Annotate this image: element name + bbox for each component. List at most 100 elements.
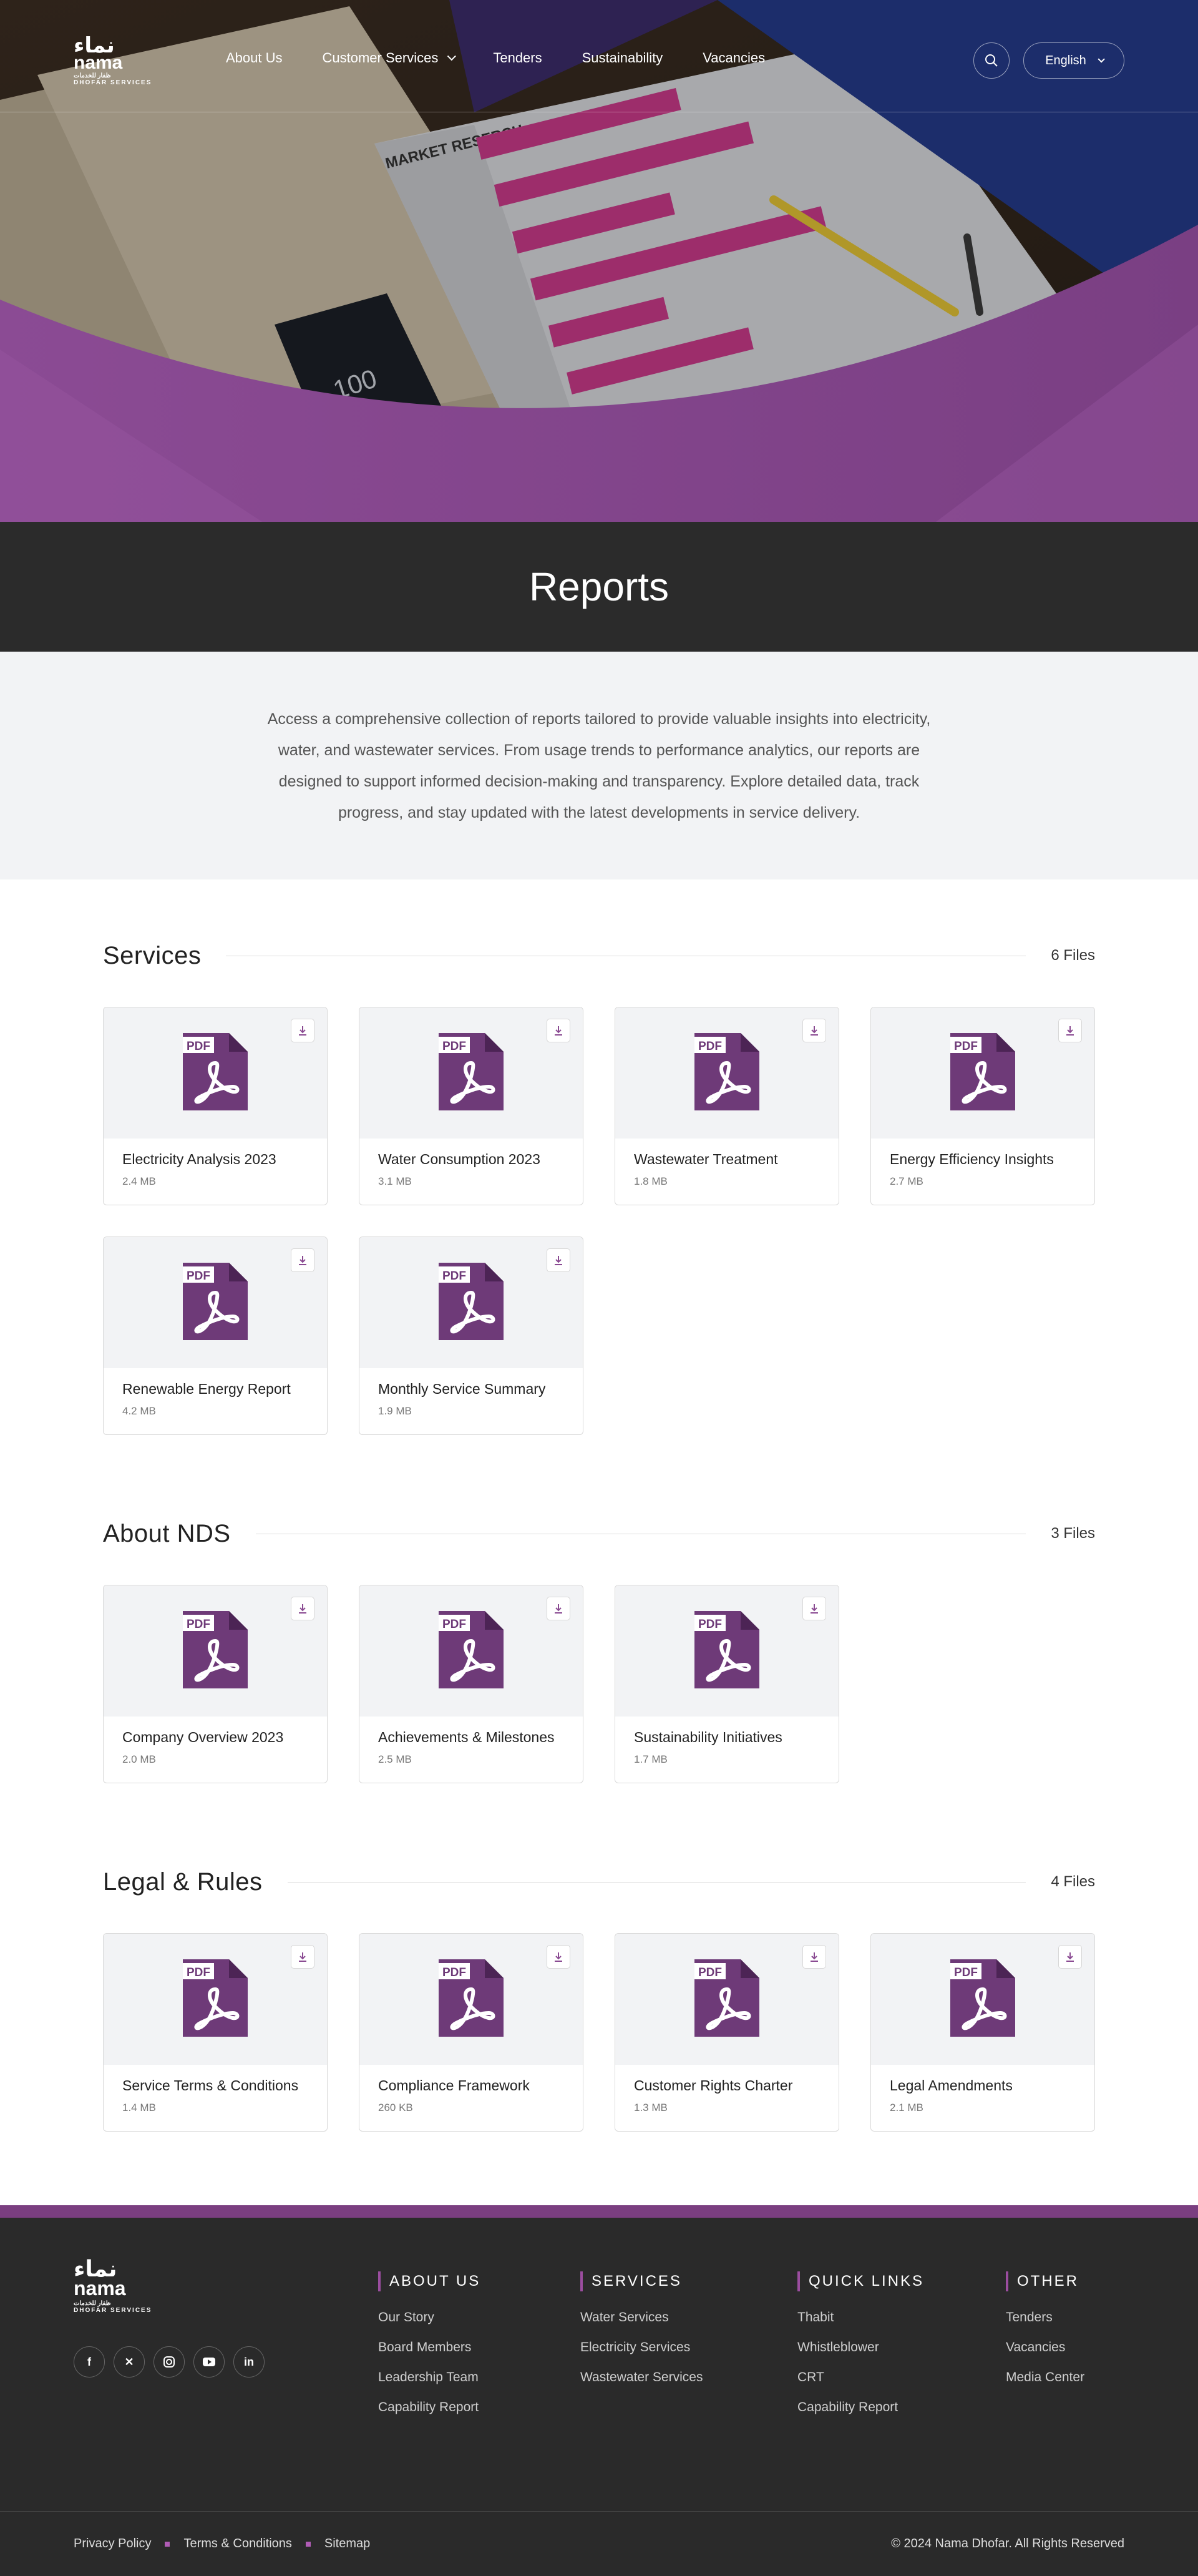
download-button[interactable] xyxy=(547,1945,570,1969)
file-card[interactable]: PDF Electricity Analysis 2023 2.4 MB xyxy=(103,1007,328,1205)
file-card[interactable]: PDF Legal Amendments 2.1 MB xyxy=(870,1933,1095,2132)
nav-tenders[interactable]: Tenders xyxy=(493,50,542,66)
footer-col-title: OTHER xyxy=(1006,2271,1084,2291)
nav-about-us[interactable]: About Us xyxy=(226,50,283,66)
footer-link[interactable]: Electricity Services xyxy=(580,2340,703,2355)
file-name: Compliance Framework xyxy=(378,2077,530,2094)
footer-link[interactable]: Water Services xyxy=(580,2310,703,2325)
file-card[interactable]: PDF Service Terms & Conditions 1.4 MB xyxy=(103,1933,328,2132)
download-button[interactable] xyxy=(1058,1019,1082,1042)
footer-col-title: QUICK LINKS xyxy=(797,2271,924,2291)
footer-bottom-bar: Privacy Policy Terms & Conditions Sitema… xyxy=(0,2511,1198,2576)
footer-link[interactable]: Vacancies xyxy=(1006,2340,1084,2355)
file-meta: Energy Efficiency Insights 2.7 MB xyxy=(871,1139,1094,1200)
pdf-file-icon: PDF xyxy=(183,1032,248,1114)
footer-logo[interactable]: نماء nama ظفار للخدمات DHOFAR SERVICES xyxy=(74,2256,152,2314)
file-card[interactable]: PDF Customer Rights Charter 1.3 MB xyxy=(615,1933,839,2132)
footer-link[interactable]: Media Center xyxy=(1006,2370,1084,2385)
nav-vacancies[interactable]: Vacancies xyxy=(703,50,765,66)
download-button[interactable] xyxy=(802,1019,826,1042)
file-card[interactable]: PDF Energy Efficiency Insights 2.7 MB xyxy=(870,1007,1095,1205)
file-meta: Legal Amendments 2.1 MB xyxy=(871,2065,1094,2127)
download-icon xyxy=(1066,1952,1074,1962)
nav-customer-services[interactable]: Customer Services xyxy=(323,50,457,66)
footer-col-services: SERVICES Water Services Electricity Serv… xyxy=(580,2271,703,2400)
nav-sustainability[interactable]: Sustainability xyxy=(582,50,663,66)
site-logo[interactable]: نماء nama ظفار للخدمات DHOFAR SERVICES xyxy=(74,35,152,86)
pdf-badge: PDF xyxy=(187,1618,210,1631)
file-name: Renewable Energy Report xyxy=(122,1381,291,1397)
privacy-policy-link[interactable]: Privacy Policy xyxy=(74,2537,151,2551)
download-button[interactable] xyxy=(291,1019,314,1042)
pdf-badge: PDF xyxy=(698,1040,722,1053)
file-meta: Electricity Analysis 2023 2.4 MB xyxy=(104,1139,327,1200)
section-header: Legal & Rules 4 Files xyxy=(103,1863,1095,1901)
footer-logo-subtitle: DHOFAR SERVICES xyxy=(74,2307,152,2314)
sitemap-link[interactable]: Sitemap xyxy=(324,2537,370,2551)
file-card[interactable]: PDF Wastewater Treatment 1.8 MB xyxy=(615,1007,839,1205)
file-meta: Water Consumption 2023 3.1 MB xyxy=(359,1139,583,1200)
file-card[interactable]: PDF Water Consumption 2023 3.1 MB xyxy=(359,1007,583,1205)
download-button[interactable] xyxy=(1058,1945,1082,1969)
footer-link[interactable]: Leadership Team xyxy=(378,2370,480,2385)
download-icon xyxy=(555,1026,562,1036)
search-button[interactable] xyxy=(973,42,1010,79)
language-selector[interactable]: English xyxy=(1023,42,1124,79)
linkedin-icon[interactable]: in xyxy=(233,2346,265,2378)
footer-link[interactable]: Capability Report xyxy=(378,2400,480,2415)
download-button[interactable] xyxy=(291,1248,314,1272)
file-name: Company Overview 2023 xyxy=(122,1729,284,1745)
file-card[interactable]: PDF Compliance Framework 260 KB xyxy=(359,1933,583,2132)
file-card[interactable]: PDF Company Overview 2023 2.0 MB xyxy=(103,1585,328,1783)
file-card[interactable]: PDF Sustainability Initiatives 1.7 MB xyxy=(615,1585,839,1783)
file-thumbnail: PDF xyxy=(615,1585,839,1717)
file-grid: PDF Electricity Analysis 2023 2.4 MB PDF… xyxy=(103,1007,1095,1435)
download-button[interactable] xyxy=(291,1945,314,1969)
search-icon xyxy=(985,54,998,67)
file-card[interactable]: PDF Renewable Energy Report 4.2 MB xyxy=(103,1237,328,1435)
download-button[interactable] xyxy=(802,1945,826,1969)
top-navigation: نماء nama ظفار للخدمات DHOFAR SERVICES A… xyxy=(0,0,1198,112)
download-icon xyxy=(811,1026,818,1036)
download-icon xyxy=(299,1952,306,1962)
file-meta: Service Terms & Conditions 1.4 MB xyxy=(104,2065,327,2127)
site-footer: نماء nama ظفار للخدمات DHOFAR SERVICES f… xyxy=(0,2205,1198,2576)
download-button[interactable] xyxy=(547,1248,570,1272)
pdf-badge: PDF xyxy=(954,1040,978,1053)
terms-link[interactable]: Terms & Conditions xyxy=(183,2537,291,2551)
footer-link[interactable]: Capability Report xyxy=(797,2400,924,2415)
footer-link[interactable]: Our Story xyxy=(378,2310,480,2325)
footer-link[interactable]: Tenders xyxy=(1006,2310,1084,2325)
instagram-icon[interactable] xyxy=(153,2346,185,2378)
file-thumbnail: PDF xyxy=(615,1007,839,1139)
footer-link[interactable]: Thabit xyxy=(797,2310,924,2325)
x-icon[interactable]: ✕ xyxy=(114,2346,145,2378)
download-button[interactable] xyxy=(547,1019,570,1042)
section-title: Services xyxy=(103,941,202,969)
footer-link[interactable]: Board Members xyxy=(378,2340,480,2355)
footer-col-other: OTHER Tenders Vacancies Media Center xyxy=(1006,2271,1084,2400)
footer-link[interactable]: CRT xyxy=(797,2370,924,2385)
file-count: 6 Files xyxy=(1051,947,1095,964)
footer-link[interactable]: Wastewater Services xyxy=(580,2370,703,2385)
file-card[interactable]: PDF Monthly Service Summary 1.9 MB xyxy=(359,1237,583,1435)
separator-dot xyxy=(165,2541,170,2547)
chevron-down-icon xyxy=(447,52,457,61)
download-button[interactable] xyxy=(291,1597,314,1620)
file-size: 2.4 MB xyxy=(122,1175,156,1187)
hero-banner: 100 MARKET RESERCH نماء nama ظفار للخدما… xyxy=(0,0,1198,522)
chevron-down-icon xyxy=(1098,56,1105,63)
youtube-icon[interactable] xyxy=(193,2346,225,2378)
download-button[interactable] xyxy=(547,1597,570,1620)
file-meta: Customer Rights Charter 1.3 MB xyxy=(615,2065,839,2127)
file-card[interactable]: PDF Achievements & Milestones 2.5 MB xyxy=(359,1585,583,1783)
download-button[interactable] xyxy=(802,1597,826,1620)
file-size: 1.3 MB xyxy=(634,2102,668,2113)
file-thumbnail: PDF xyxy=(104,1237,327,1368)
facebook-icon[interactable]: f xyxy=(74,2346,105,2378)
pdf-file-icon: PDF xyxy=(694,1610,759,1692)
footer-link[interactable]: Whistleblower xyxy=(797,2340,924,2355)
file-meta: Achievements & Milestones 2.5 MB xyxy=(359,1717,583,1778)
file-thumbnail: PDF xyxy=(104,1585,327,1717)
file-name: Wastewater Treatment xyxy=(634,1151,778,1167)
